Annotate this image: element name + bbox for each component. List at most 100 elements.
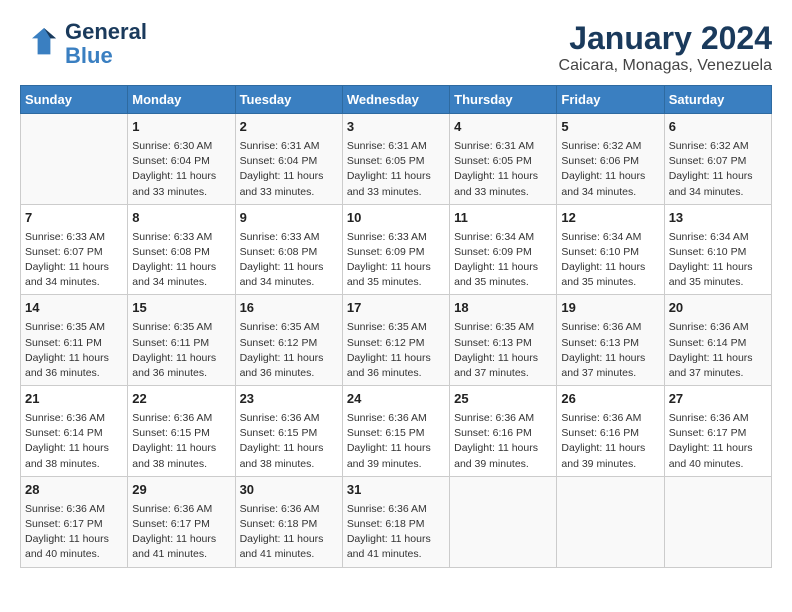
logo-line2: Blue xyxy=(65,44,147,68)
column-header-sunday: Sunday xyxy=(21,86,128,114)
day-info: Sunrise: 6:36 AM Sunset: 6:17 PM Dayligh… xyxy=(25,502,123,563)
column-header-saturday: Saturday xyxy=(664,86,771,114)
day-number: 22 xyxy=(132,390,230,409)
column-header-thursday: Thursday xyxy=(450,86,557,114)
column-header-friday: Friday xyxy=(557,86,664,114)
calendar-cell: 30 Sunrise: 6:36 AM Sunset: 6:18 PM Dayli… xyxy=(235,476,342,567)
day-number: 16 xyxy=(240,299,338,318)
calendar-cell: 12 Sunrise: 6:34 AM Sunset: 6:10 PM Dayli… xyxy=(557,204,664,295)
day-info: Sunrise: 6:35 AM Sunset: 6:11 PM Dayligh… xyxy=(25,320,123,381)
day-info: Sunrise: 6:33 AM Sunset: 6:07 PM Dayligh… xyxy=(25,230,123,291)
day-number: 5 xyxy=(561,118,659,137)
day-number: 26 xyxy=(561,390,659,409)
day-info: Sunrise: 6:36 AM Sunset: 6:18 PM Dayligh… xyxy=(240,502,338,563)
calendar-header-row: SundayMondayTuesdayWednesdayThursdayFrid… xyxy=(21,86,772,114)
day-info: Sunrise: 6:36 AM Sunset: 6:14 PM Dayligh… xyxy=(669,320,767,381)
calendar-cell: 17 Sunrise: 6:35 AM Sunset: 6:12 PM Dayli… xyxy=(342,295,449,386)
day-info: Sunrise: 6:31 AM Sunset: 6:05 PM Dayligh… xyxy=(347,139,445,200)
day-number: 9 xyxy=(240,209,338,228)
calendar-cell: 8 Sunrise: 6:33 AM Sunset: 6:08 PM Daylig… xyxy=(128,204,235,295)
day-info: Sunrise: 6:33 AM Sunset: 6:08 PM Dayligh… xyxy=(132,230,230,291)
title-block: January 2024 Caicara, Monagas, Venezuela xyxy=(559,20,772,75)
day-info: Sunrise: 6:36 AM Sunset: 6:13 PM Dayligh… xyxy=(561,320,659,381)
day-info: Sunrise: 6:33 AM Sunset: 6:09 PM Dayligh… xyxy=(347,230,445,291)
calendar-cell: 1 Sunrise: 6:30 AM Sunset: 6:04 PM Daylig… xyxy=(128,114,235,205)
calendar-cell: 6 Sunrise: 6:32 AM Sunset: 6:07 PM Daylig… xyxy=(664,114,771,205)
day-number: 4 xyxy=(454,118,552,137)
column-header-wednesday: Wednesday xyxy=(342,86,449,114)
week-row-5: 28 Sunrise: 6:36 AM Sunset: 6:17 PM Dayli… xyxy=(21,476,772,567)
calendar-cell: 27 Sunrise: 6:36 AM Sunset: 6:17 PM Dayli… xyxy=(664,386,771,477)
day-info: Sunrise: 6:36 AM Sunset: 6:17 PM Dayligh… xyxy=(132,502,230,563)
calendar-cell: 21 Sunrise: 6:36 AM Sunset: 6:14 PM Dayli… xyxy=(21,386,128,477)
day-info: Sunrise: 6:36 AM Sunset: 6:15 PM Dayligh… xyxy=(132,411,230,472)
day-info: Sunrise: 6:35 AM Sunset: 6:12 PM Dayligh… xyxy=(240,320,338,381)
day-info: Sunrise: 6:35 AM Sunset: 6:12 PM Dayligh… xyxy=(347,320,445,381)
day-number: 13 xyxy=(669,209,767,228)
day-number: 18 xyxy=(454,299,552,318)
day-info: Sunrise: 6:33 AM Sunset: 6:08 PM Dayligh… xyxy=(240,230,338,291)
logo: General Blue xyxy=(20,20,147,68)
calendar-cell: 2Sunrise: 6:31 AM Sunset: 6:04 PM Daylig… xyxy=(235,114,342,205)
column-header-tuesday: Tuesday xyxy=(235,86,342,114)
calendar-cell: 26Sunrise: 6:36 AM Sunset: 6:16 PM Dayli… xyxy=(557,386,664,477)
day-info: Sunrise: 6:35 AM Sunset: 6:13 PM Dayligh… xyxy=(454,320,552,381)
calendar-cell xyxy=(664,476,771,567)
day-number: 28 xyxy=(25,481,123,500)
day-info: Sunrise: 6:36 AM Sunset: 6:16 PM Dayligh… xyxy=(454,411,552,472)
day-info: Sunrise: 6:36 AM Sunset: 6:17 PM Dayligh… xyxy=(669,411,767,472)
calendar-cell: 14 Sunrise: 6:35 AM Sunset: 6:11 PM Dayli… xyxy=(21,295,128,386)
day-number: 8 xyxy=(132,209,230,228)
calendar-cell: 20 Sunrise: 6:36 AM Sunset: 6:14 PM Dayli… xyxy=(664,295,771,386)
day-number: 12 xyxy=(561,209,659,228)
main-title: January 2024 xyxy=(559,20,772,57)
day-number: 29 xyxy=(132,481,230,500)
day-info: Sunrise: 6:34 AM Sunset: 6:10 PM Dayligh… xyxy=(561,230,659,291)
calendar-cell: 5Sunrise: 6:32 AM Sunset: 6:06 PM Daylig… xyxy=(557,114,664,205)
calendar-cell: 23Sunrise: 6:36 AM Sunset: 6:15 PM Dayli… xyxy=(235,386,342,477)
day-number: 20 xyxy=(669,299,767,318)
calendar-body: 1 Sunrise: 6:30 AM Sunset: 6:04 PM Daylig… xyxy=(21,114,772,568)
calendar-cell: 22 Sunrise: 6:36 AM Sunset: 6:15 PM Dayli… xyxy=(128,386,235,477)
day-info: Sunrise: 6:36 AM Sunset: 6:14 PM Dayligh… xyxy=(25,411,123,472)
day-info: Sunrise: 6:31 AM Sunset: 6:05 PM Dayligh… xyxy=(454,139,552,200)
day-number: 1 xyxy=(132,118,230,137)
day-number: 17 xyxy=(347,299,445,318)
subtitle: Caicara, Monagas, Venezuela xyxy=(559,57,772,75)
week-row-4: 21 Sunrise: 6:36 AM Sunset: 6:14 PM Dayli… xyxy=(21,386,772,477)
calendar-cell: 29 Sunrise: 6:36 AM Sunset: 6:17 PM Dayli… xyxy=(128,476,235,567)
day-info: Sunrise: 6:36 AM Sunset: 6:15 PM Dayligh… xyxy=(347,411,445,472)
calendar-cell: 7 Sunrise: 6:33 AM Sunset: 6:07 PM Daylig… xyxy=(21,204,128,295)
calendar-cell: 3 Sunrise: 6:31 AM Sunset: 6:05 PM Daylig… xyxy=(342,114,449,205)
day-info: Sunrise: 6:36 AM Sunset: 6:18 PM Dayligh… xyxy=(347,502,445,563)
logo-line1: General xyxy=(65,20,147,44)
calendar-cell: 4 Sunrise: 6:31 AM Sunset: 6:05 PM Daylig… xyxy=(450,114,557,205)
calendar-cell xyxy=(450,476,557,567)
calendar-cell: 13 Sunrise: 6:34 AM Sunset: 6:10 PM Dayli… xyxy=(664,204,771,295)
day-info: Sunrise: 6:34 AM Sunset: 6:09 PM Dayligh… xyxy=(454,230,552,291)
day-info: Sunrise: 6:34 AM Sunset: 6:10 PM Dayligh… xyxy=(669,230,767,291)
day-number: 6 xyxy=(669,118,767,137)
day-number: 30 xyxy=(240,481,338,500)
day-number: 14 xyxy=(25,299,123,318)
day-number: 21 xyxy=(25,390,123,409)
day-number: 27 xyxy=(669,390,767,409)
day-number: 19 xyxy=(561,299,659,318)
calendar-cell: 15Sunrise: 6:35 AM Sunset: 6:11 PM Dayli… xyxy=(128,295,235,386)
day-info: Sunrise: 6:32 AM Sunset: 6:07 PM Dayligh… xyxy=(669,139,767,200)
calendar-cell xyxy=(21,114,128,205)
day-info: Sunrise: 6:30 AM Sunset: 6:04 PM Dayligh… xyxy=(132,139,230,200)
calendar-cell: 28 Sunrise: 6:36 AM Sunset: 6:17 PM Dayli… xyxy=(21,476,128,567)
calendar-cell xyxy=(557,476,664,567)
calendar-cell: 19 Sunrise: 6:36 AM Sunset: 6:13 PM Dayli… xyxy=(557,295,664,386)
calendar-cell: 18 Sunrise: 6:35 AM Sunset: 6:13 PM Dayli… xyxy=(450,295,557,386)
day-info: Sunrise: 6:35 AM Sunset: 6:11 PM Dayligh… xyxy=(132,320,230,381)
day-number: 2 xyxy=(240,118,338,137)
day-number: 25 xyxy=(454,390,552,409)
day-number: 23 xyxy=(240,390,338,409)
calendar-cell: 10Sunrise: 6:33 AM Sunset: 6:09 PM Dayli… xyxy=(342,204,449,295)
week-row-1: 1 Sunrise: 6:30 AM Sunset: 6:04 PM Daylig… xyxy=(21,114,772,205)
day-number: 7 xyxy=(25,209,123,228)
day-number: 3 xyxy=(347,118,445,137)
day-number: 31 xyxy=(347,481,445,500)
